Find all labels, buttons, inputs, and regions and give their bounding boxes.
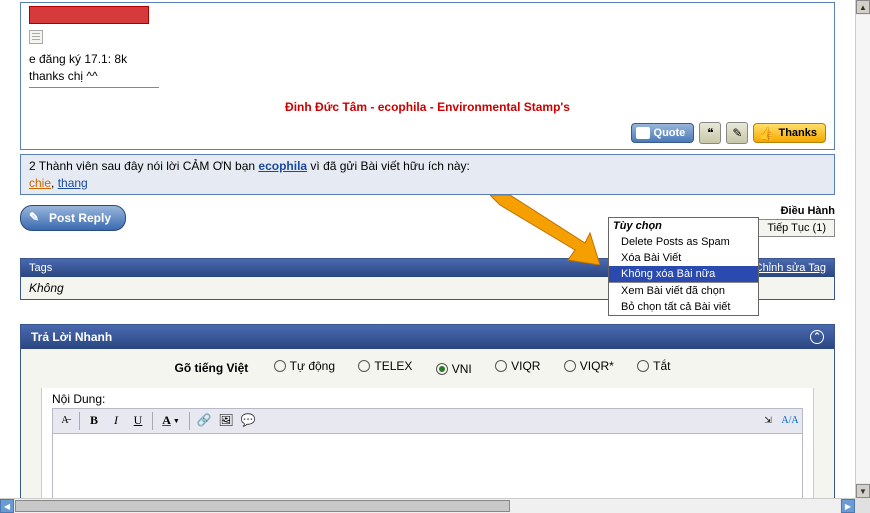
radio-auto[interactable]: Tự động [274,359,335,373]
radio-vni[interactable]: VNI [436,362,472,376]
viet-label: Gõ tiếng Việt [175,361,249,375]
image-icon[interactable]: 🖼 [216,411,236,431]
scroll-right-icon[interactable]: ▶ [841,499,855,513]
collapse-button[interactable]: ⌃ [810,330,824,344]
option-view-selected[interactable]: Xem Bài viết đã chọn [609,283,758,299]
thanks-text: 2 Thành viên sau đây nói lời CẢM ƠN bạn [29,159,258,173]
horizontal-scrollbar[interactable]: ◀ ▶ [0,498,855,513]
option-delete-spam[interactable]: Delete Posts as Spam [609,234,758,250]
thanks-button[interactable]: Thanks [753,123,826,143]
edit-tags-link[interactable]: Chỉnh sửa Tag [755,262,826,274]
font-color-icon[interactable]: A▼ [157,411,185,431]
thanker-link[interactable]: thang [58,176,88,190]
signature-divider [29,87,159,88]
underline-icon[interactable]: U [128,411,148,431]
post-line: thanks chị ^^ [29,68,826,85]
scroll-thumb[interactable] [15,500,510,512]
option-delete-post[interactable]: Xóa Bài Viết [609,250,758,266]
scroll-down-icon[interactable]: ▼ [856,484,870,498]
message-textarea[interactable] [52,434,803,498]
signature-text: Đinh Đức Tâm - ecophila - Environmental … [29,100,826,114]
quick-reply-title: Trả Lời Nhanh [31,330,112,344]
option-undelete[interactable]: Không xóa Bài nữa [609,266,758,282]
italic-icon[interactable]: I [106,411,126,431]
continue-button[interactable]: Tiếp Tục (1) [758,219,835,237]
vertical-scrollbar[interactable]: ▲ ▼ [855,0,870,498]
post-reply-button[interactable]: Post Reply [20,205,126,231]
thanker-link[interactable]: chie [29,176,51,190]
quote-icon[interactable]: 💬 [238,411,258,431]
dropdown-group-label: Tùy chọn [609,218,758,234]
quote-button[interactable]: Quote [631,123,695,143]
radio-viqr2[interactable]: VIQR* [564,359,614,373]
remove-format-icon[interactable]: A̶ [55,411,75,431]
editor-toolbar: A̶ B I U A▼ 🔗 🖼 💬 ⇲ A/A [52,408,803,434]
scroll-track[interactable] [15,499,840,513]
radio-off[interactable]: Tắt [637,359,670,373]
scroll-up-icon[interactable]: ▲ [856,0,870,14]
scroll-track[interactable] [856,15,870,483]
document-icon [29,30,43,44]
option-deselect-all[interactable]: Bỏ chọn tất cả Bài viết [609,299,758,315]
post-container: e đăng ký 17.1: 8k thanks chị ^^ Đinh Đứ… [20,2,835,150]
shrink-icon[interactable]: ⇲ [758,411,778,431]
scroll-corner [855,498,870,513]
switch-mode-icon[interactable]: A/A [780,411,800,431]
moderation-dropdown: Tùy chọn Delete Posts as Spam Xóa Bài Vi… [608,217,759,316]
content-label: Nội Dung: [52,392,803,406]
banner-image [29,6,149,24]
scroll-left-icon[interactable]: ◀ [0,499,14,513]
thanks-text: vì đã gửi Bài viết hữu ích này: [307,159,470,173]
input-method-row: Gõ tiếng Việt Tự động TELEX VNI VIQR VIQ… [41,359,814,376]
bold-icon[interactable]: B [84,411,104,431]
post-line: e đăng ký 17.1: 8k [29,51,826,68]
thanks-box: 2 Thành viên sau đây nói lời CẢM ƠN bạn … [20,154,835,195]
multiquote-button[interactable]: ❝ [699,122,721,144]
quick-reply-panel: Trả Lời Nhanh ⌃ Gõ tiếng Việt Tự động TE… [20,324,835,498]
radio-viqr[interactable]: VIQR [495,359,540,373]
radio-telex[interactable]: TELEX [358,359,412,373]
moderation-label: Điều Hành [611,205,835,217]
tags-label: Tags [29,262,52,274]
link-icon[interactable]: 🔗 [194,411,214,431]
quickreply-icon-button[interactable]: ✎ [726,122,748,144]
thanked-user-link[interactable]: ecophila [258,159,307,173]
post-body: e đăng ký 17.1: 8k thanks chị ^^ [29,51,826,88]
